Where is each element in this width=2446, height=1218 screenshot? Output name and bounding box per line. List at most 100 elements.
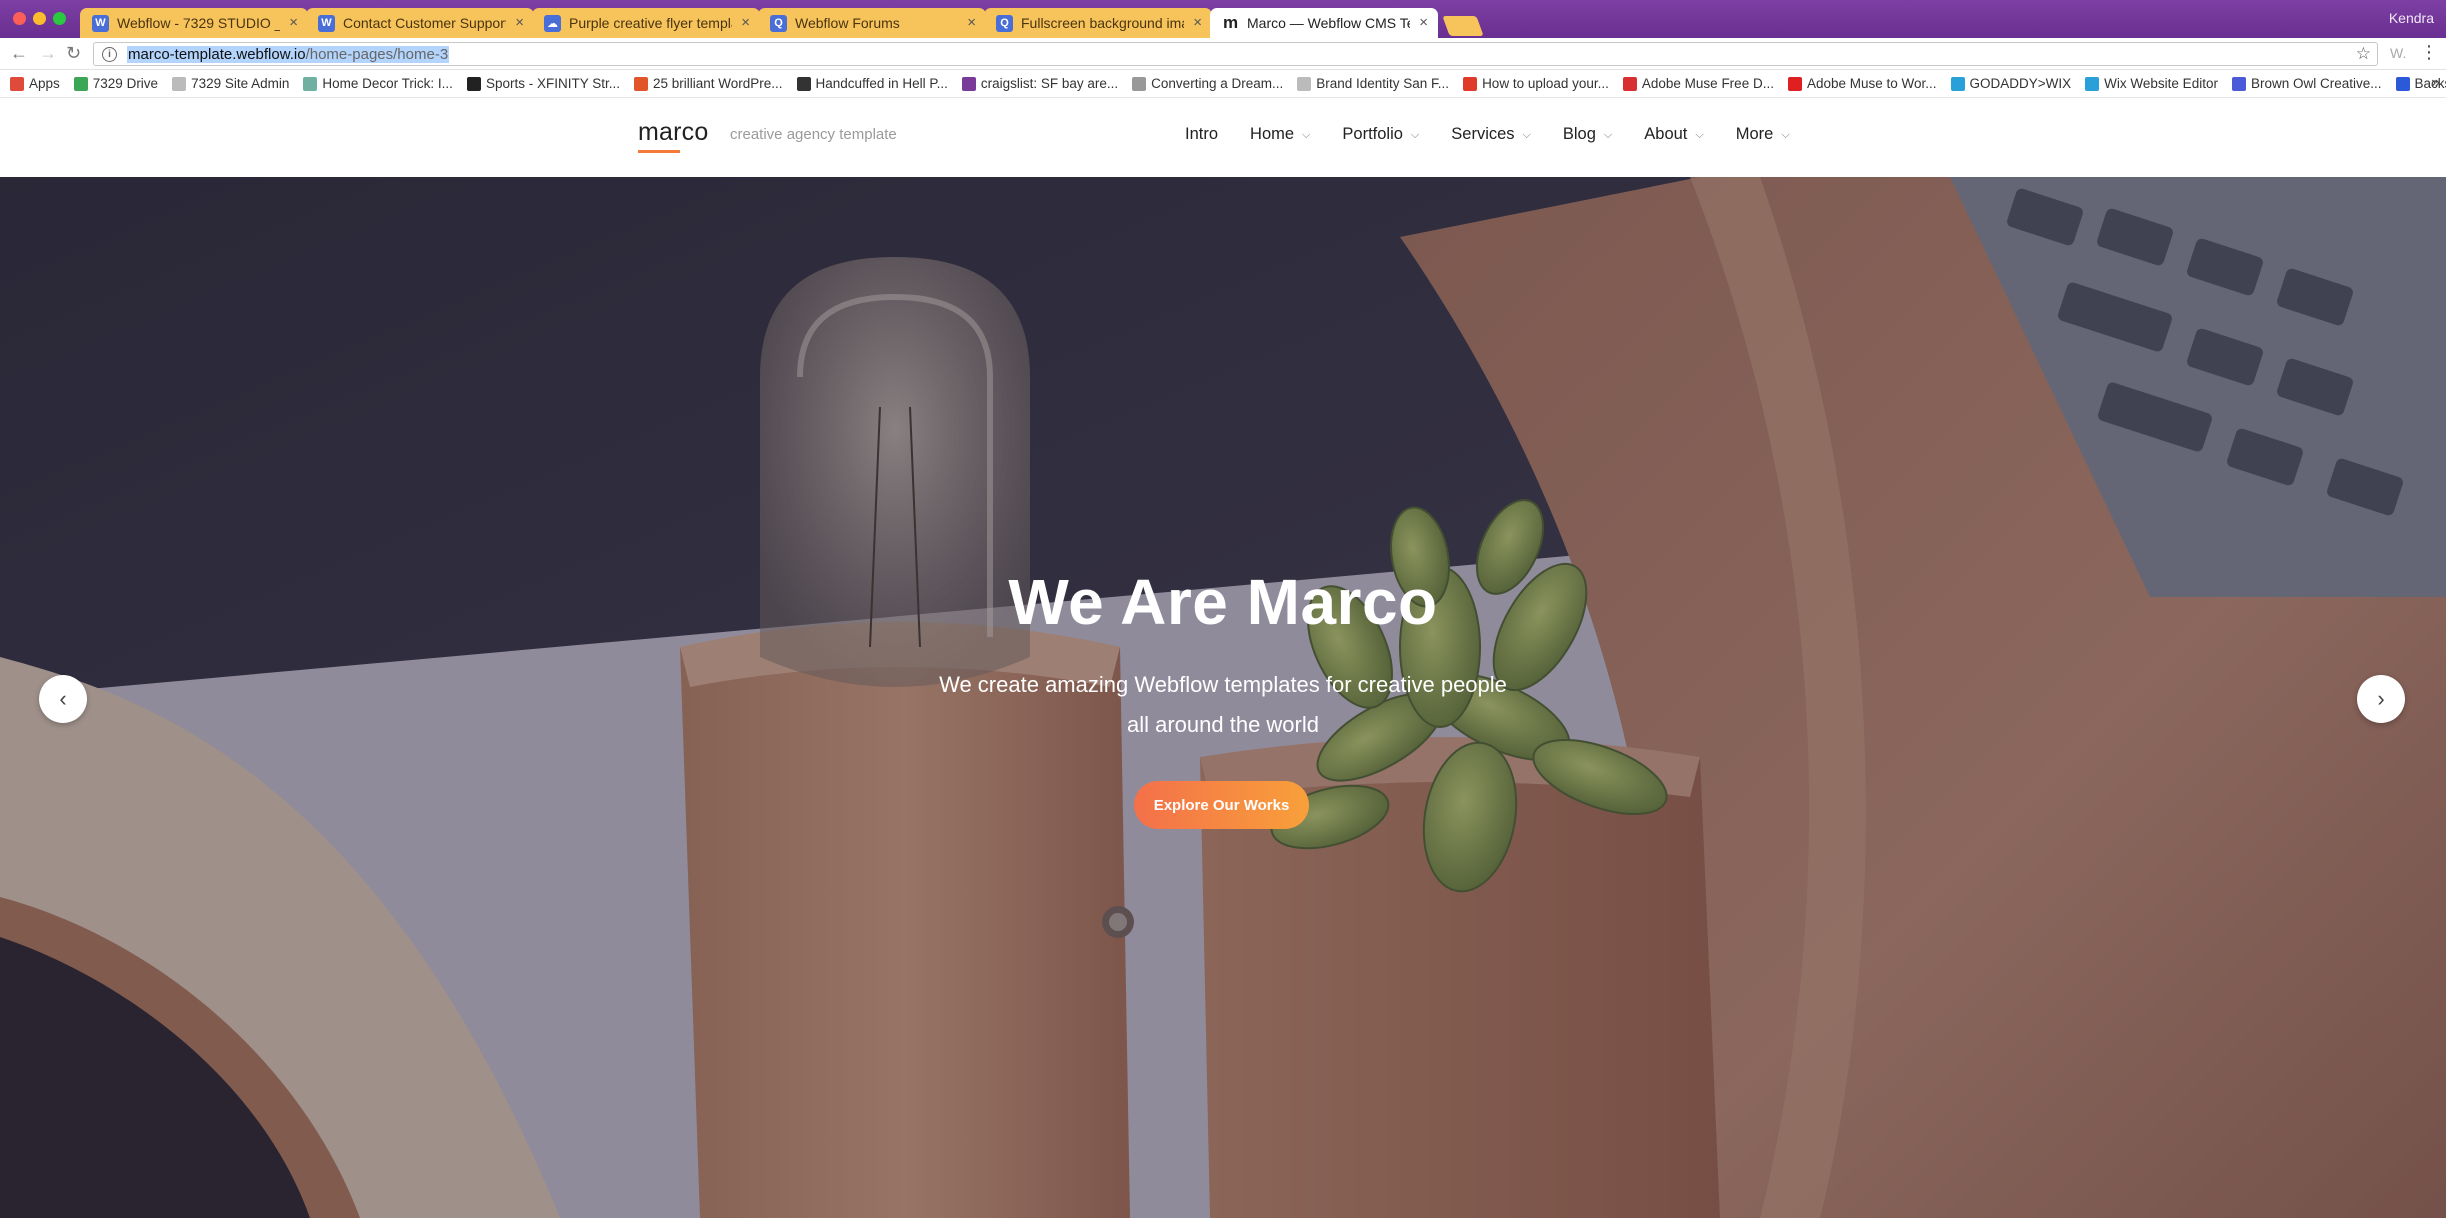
bookmark-item[interactable]: Apps — [10, 76, 60, 91]
bookmark-item[interactable]: Sports - XFINITY Str... — [466, 76, 620, 91]
nav-item-home[interactable]: Home ⌵ — [1250, 125, 1310, 144]
hero-title: We Are Marco — [1008, 566, 1438, 638]
close-window-button[interactable] — [13, 12, 26, 25]
hero-subtitle: We create amazing Webflow templates for … — [0, 665, 2446, 745]
tab-close-icon[interactable]: × — [289, 14, 298, 31]
chevron-down-icon: ⌵ — [1522, 129, 1531, 141]
tab-close-icon[interactable]: × — [741, 14, 750, 31]
tab-close-icon[interactable]: × — [1193, 14, 1202, 31]
tab-favicon-icon: ☁ — [544, 14, 561, 32]
chevron-down-icon: ⌵ — [1410, 129, 1420, 141]
bookmark-item[interactable]: 7329 Drive — [73, 76, 159, 91]
site-logo[interactable]: marco — [638, 118, 708, 147]
bookmark-item[interactable]: 7329 Site Admin — [172, 76, 289, 91]
bookmarks-overflow-icon[interactable]: » — [2431, 74, 2440, 92]
info-icon[interactable]: i — [102, 46, 117, 62]
explore-works-button[interactable]: Explore Our Works — [1134, 781, 1309, 829]
tab-favicon-icon: W — [318, 14, 335, 32]
address-bar[interactable]: i marco-template.webflow.io/home-pages/h… — [93, 42, 2378, 66]
tab-favicon-icon: W — [92, 14, 109, 32]
browser-tab[interactable]: Q Webflow Forums × — [758, 8, 986, 38]
browser-tab[interactable]: W Contact Customer Support | W × — [306, 8, 534, 38]
bookmarks-bar: Apps 7329 Drive 7329 Site Admin Home Decor … — [0, 70, 2446, 98]
bookmark-favicon-icon — [1950, 76, 1965, 91]
bookmark-favicon-icon — [961, 76, 976, 91]
nav-item-blog[interactable]: Blog ⌵ — [1563, 125, 1612, 144]
bookmark-star-icon[interactable]: ☆ — [2356, 44, 2371, 64]
menu-kebab-icon[interactable]: ⋮ — [2420, 42, 2438, 63]
bookmark-label: Sports - XFINITY Str... — [485, 76, 620, 91]
browser-tab[interactable]: m Marco — Webflow CMS Templ × — [1210, 8, 1438, 38]
chevron-down-icon: ⌵ — [1781, 129, 1790, 141]
maximize-window-button[interactable] — [53, 12, 66, 25]
bookmark-favicon-icon — [2395, 76, 2410, 91]
slider-prev-button[interactable]: ‹ — [39, 675, 87, 723]
bookmark-item[interactable]: Home Decor Trick: I... — [303, 76, 453, 91]
bookmark-favicon-icon — [73, 76, 88, 91]
extension-icon[interactable]: W. — [2390, 45, 2406, 61]
bookmark-label: 7329 Drive — [92, 76, 159, 91]
chevron-down-icon: ⌵ — [1603, 129, 1613, 141]
tab-close-icon[interactable]: × — [515, 14, 524, 31]
back-icon[interactable]: ← — [10, 43, 28, 64]
bookmark-favicon-icon — [1787, 76, 1802, 91]
bookmark-label: 7329 Site Admin — [191, 76, 290, 91]
site-tagline: creative agency template — [730, 126, 897, 143]
bookmark-favicon-icon — [1622, 76, 1637, 91]
minimize-window-button[interactable] — [33, 12, 46, 25]
forward-icon[interactable]: → — [39, 43, 57, 64]
new-tab-button[interactable] — [1442, 16, 1484, 36]
nav-item-portfolio[interactable]: Portfolio ⌵ — [1342, 125, 1419, 144]
bookmark-item[interactable]: Adobe Muse to Wor... — [1787, 76, 1937, 91]
browser-tab[interactable]: ☁ Purple creative flyer template × — [532, 8, 760, 38]
browser-tab[interactable]: W Webflow - 7329 STUDIO _ FIN × — [80, 8, 308, 38]
tab-title: Purple creative flyer template — [569, 15, 732, 31]
reload-icon[interactable]: ↻ — [66, 43, 81, 64]
hero-subtitle-line-1: We create amazing Webflow templates for … — [939, 672, 1507, 697]
tab-strip: W Webflow - 7329 STUDIO _ FIN × W Contact Cu… — [80, 8, 1484, 38]
bookmark-item[interactable]: GODADDY>WIX — [1950, 76, 2072, 91]
bookmark-item[interactable]: Adobe Muse Free D... — [1622, 76, 1774, 91]
nav-item-label: Intro — [1185, 125, 1219, 143]
bookmark-label: craigslist: SF bay are... — [980, 76, 1119, 91]
nav-item-label: Portfolio — [1342, 125, 1403, 143]
bookmark-item[interactable]: Brand Identity San F... — [1297, 76, 1449, 91]
tab-title: Webflow - 7329 STUDIO _ FIN — [117, 15, 280, 31]
bookmark-item[interactable]: Converting a Dream... — [1132, 76, 1283, 91]
bookmark-item[interactable]: How to upload your... — [1463, 76, 1609, 91]
bookmark-label: 25 brilliant WordPre... — [652, 76, 783, 91]
browser-toolbar: ← → ↻ i marco-template.webflow.io/home-p… — [0, 38, 2446, 70]
nav-item-services[interactable]: Services ⌵ — [1451, 125, 1531, 144]
nav-item-about[interactable]: About ⌵ — [1644, 125, 1703, 144]
bookmark-favicon-icon — [1132, 76, 1147, 91]
nav-item-label: More — [1735, 125, 1774, 143]
bookmark-label: Adobe Muse to Wor... — [1806, 76, 1937, 91]
nav-item-intro[interactable]: Intro — [1185, 125, 1218, 144]
chevron-down-icon: ⌵ — [1302, 129, 1311, 141]
nav-item-more[interactable]: More ⌵ — [1736, 125, 1790, 144]
tab-close-icon[interactable]: × — [967, 14, 976, 31]
chevron-down-icon: ⌵ — [1695, 129, 1704, 141]
bookmark-item[interactable]: 25 brilliant WordPre... — [633, 76, 783, 91]
profile-name[interactable]: Kendra — [2389, 10, 2434, 26]
bookmark-label: Converting a Dream... — [1151, 76, 1284, 91]
bookmark-item[interactable]: Brown Owl Creative... — [2231, 76, 2382, 91]
bookmark-favicon-icon — [2231, 76, 2246, 91]
tab-favicon-icon: Q — [770, 14, 787, 32]
bookmark-label: GODADDY>WIX — [1969, 76, 2072, 91]
nav-item-label: Services — [1451, 125, 1515, 143]
tab-favicon-icon: Q — [996, 14, 1013, 32]
logo-underline — [638, 150, 680, 153]
browser-title-bar: W Webflow - 7329 STUDIO _ FIN × W Contact Cu… — [0, 0, 2446, 38]
tab-close-icon[interactable]: × — [1419, 14, 1428, 31]
url-text[interactable]: marco-template.webflow.io/home-pages/hom… — [127, 45, 450, 63]
bookmark-item[interactable]: Wix Website Editor — [2085, 76, 2218, 91]
bookmark-label: Home Decor Trick: I... — [322, 76, 453, 91]
nav-item-label: About — [1644, 125, 1688, 143]
bookmark-favicon-icon — [2085, 76, 2100, 91]
slider-next-button[interactable]: › — [2357, 675, 2405, 723]
browser-tab[interactable]: Q Fullscreen background image × — [984, 8, 1212, 38]
bookmark-item[interactable]: craigslist: SF bay are... — [961, 76, 1119, 91]
bookmark-item[interactable]: Handcuffed in Hell P... — [796, 76, 948, 91]
nav-item-label: Home — [1250, 125, 1295, 143]
